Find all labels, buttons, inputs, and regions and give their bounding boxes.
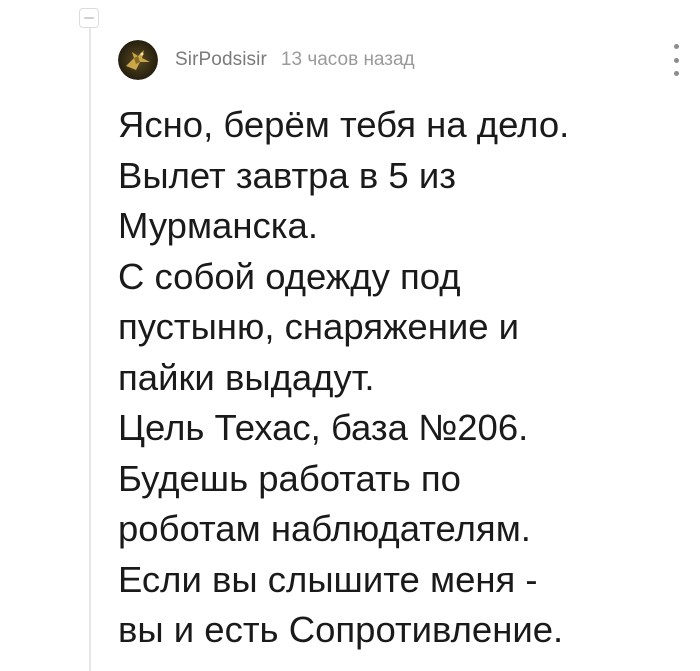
comment-timestamp[interactable]: 13 часов назад: [281, 49, 415, 71]
comment-text-line: пустыню, снаряжение и: [118, 306, 520, 347]
collapse-thread-button[interactable]: [79, 8, 99, 28]
thread-line: [89, 28, 91, 671]
avatar[interactable]: [118, 40, 158, 80]
author-name[interactable]: SirPodsisir: [175, 49, 267, 71]
minus-icon: [84, 17, 94, 19]
comment: SirPodsisir 13 часов назад Ясно, берём т…: [118, 40, 679, 656]
comment-text-line: Цель Техас, база №206.: [118, 407, 529, 448]
comment-text: Ясно, берём тебя на дело. Вылет завтра в…: [118, 100, 678, 656]
comment-text-line: С собой одежду под: [118, 255, 461, 297]
more-options-dot: [673, 57, 679, 63]
comment-text-line: Вылет завтра в 5 из: [118, 154, 456, 196]
comment-text-line: пайки выдадут.: [118, 356, 375, 398]
more-options-dot: [673, 71, 679, 76]
comment-text-line: Если вы слышите меня -: [118, 558, 538, 600]
comment-text-line: Будешь работать по: [118, 457, 461, 499]
more-options-button[interactable]: [666, 44, 686, 76]
comment-text-line: Мурманска.: [118, 205, 318, 246]
comment-header: SirPodsisir 13 часов назад: [118, 40, 679, 80]
comment-text-line: роботам наблюдателям.: [118, 508, 531, 549]
comment-text-line: вы и есть Сопротивление.: [118, 609, 564, 650]
bird-avatar-icon: [118, 40, 158, 80]
more-options-icon: [673, 44, 679, 49]
comment-text-line: Ясно, берём тебя на дело.: [118, 104, 570, 145]
